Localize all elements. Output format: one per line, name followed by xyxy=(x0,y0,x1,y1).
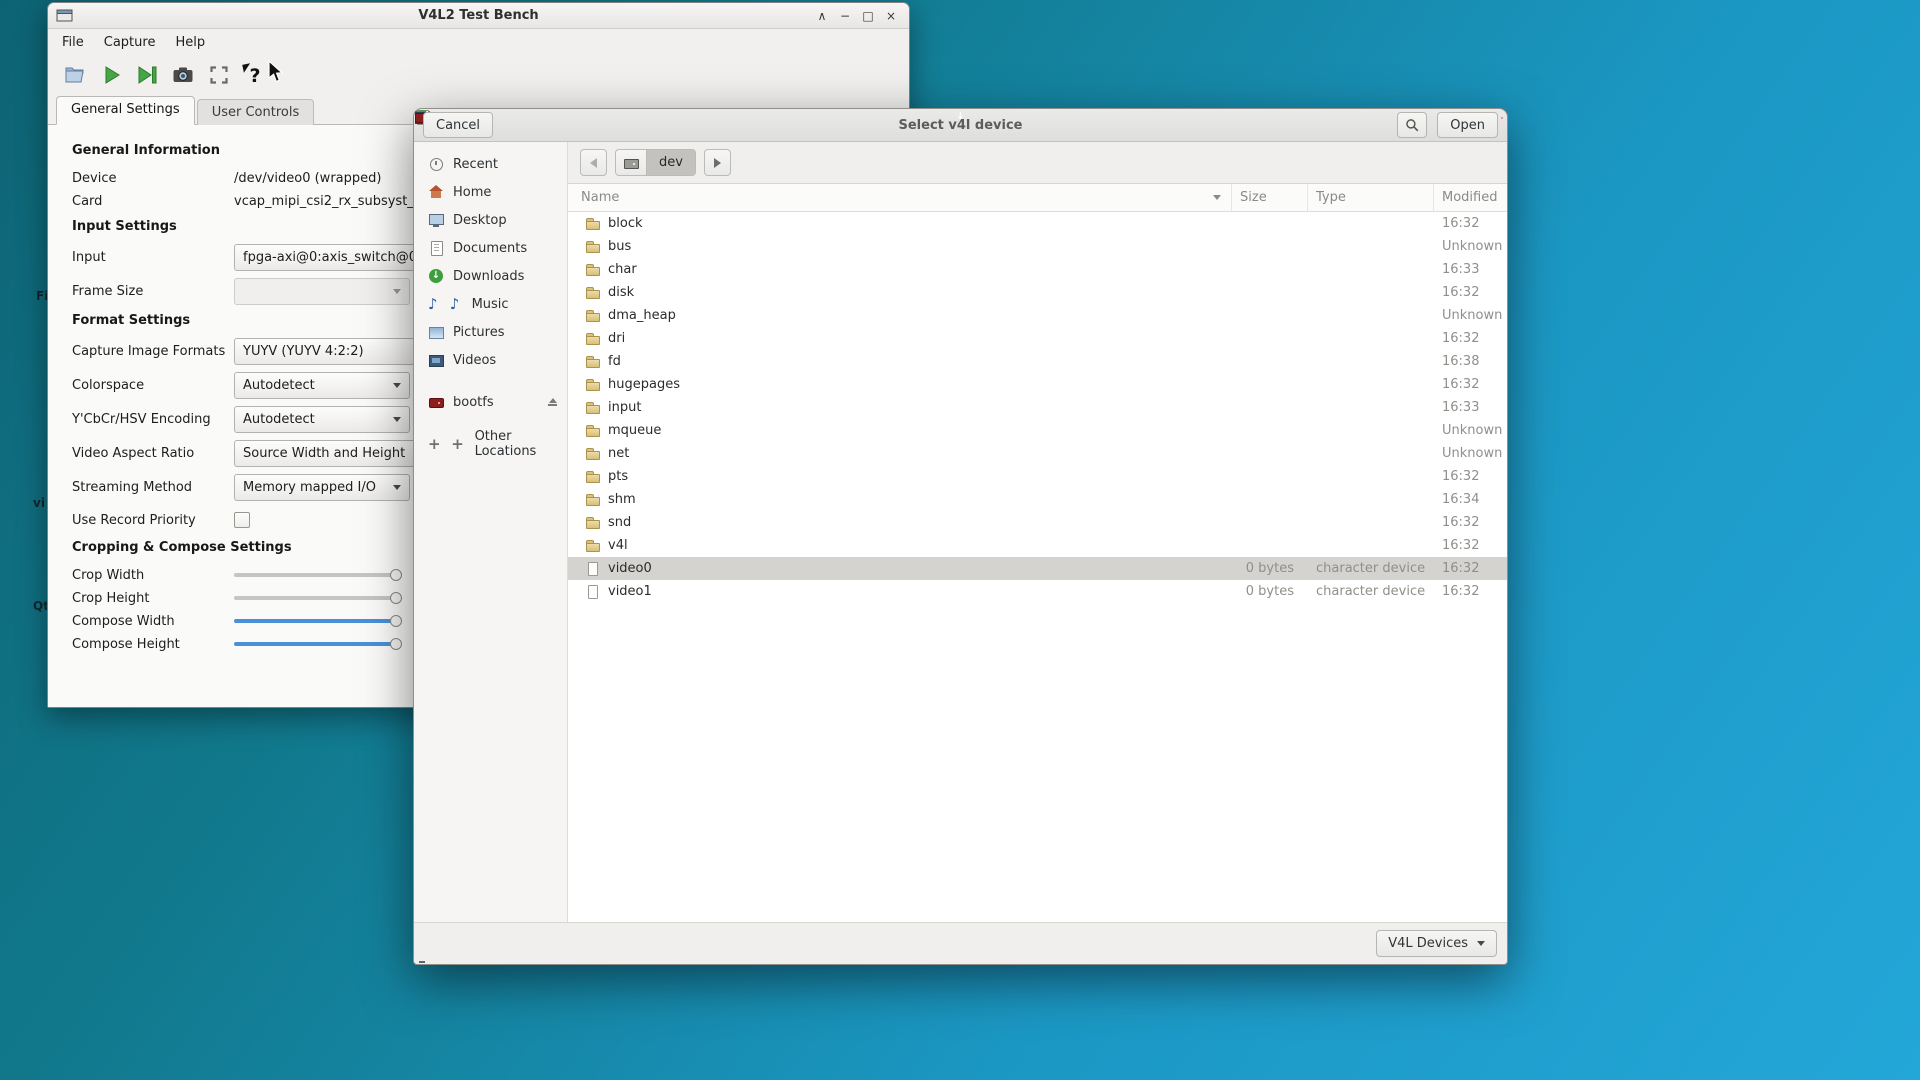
list-column-headers: Name Size Type Modified xyxy=(568,184,1507,212)
folder-icon xyxy=(585,308,601,324)
frame-size-label: Frame Size xyxy=(72,284,234,299)
folder-icon xyxy=(585,492,601,508)
menubar: File Capture Help xyxy=(48,29,909,56)
crop-width-label: Crop Width xyxy=(72,568,234,583)
folder-icon xyxy=(585,239,601,255)
music-icon xyxy=(447,296,463,312)
menu-file[interactable]: File xyxy=(52,31,94,54)
desktop-text-fragment: vi xyxy=(33,496,45,510)
pictures-icon xyxy=(428,324,444,340)
fullscreen-icon xyxy=(207,63,231,87)
file-icon xyxy=(585,561,601,577)
crop-height-label: Crop Height xyxy=(72,591,234,606)
streaming-method-label: Streaming Method xyxy=(72,480,234,495)
file-icon xyxy=(585,584,601,600)
folder-icon xyxy=(585,285,601,301)
column-header-type[interactable]: Type xyxy=(1308,184,1434,211)
compose-width-label: Compose Width xyxy=(72,614,234,629)
folder-icon xyxy=(585,331,601,347)
whats-this-button[interactable]: ? xyxy=(240,60,270,90)
menu-help[interactable]: Help xyxy=(165,31,215,54)
play-step-icon xyxy=(135,63,159,87)
ycbcr-label: Y'CbCr/HSV Encoding xyxy=(72,412,234,427)
slider-thumb[interactable] xyxy=(390,615,402,627)
folder-icon xyxy=(585,262,601,278)
folder-icon xyxy=(585,538,601,554)
maximize-button[interactable]: □ xyxy=(858,7,878,25)
slider-thumb[interactable] xyxy=(390,569,402,581)
snapshot-button[interactable] xyxy=(168,60,198,90)
slider-thumb[interactable] xyxy=(390,592,402,604)
downloads-icon xyxy=(428,268,444,284)
shade-button[interactable]: ∧ xyxy=(812,7,832,25)
mouse-cursor xyxy=(268,60,284,84)
open-device-button[interactable] xyxy=(60,60,90,90)
menu-capture[interactable]: Capture xyxy=(94,31,166,54)
folder-icon xyxy=(585,423,601,439)
tab-user-controls[interactable]: User Controls xyxy=(197,99,315,125)
close-button[interactable]: × xyxy=(881,7,901,25)
compose-height-slider[interactable] xyxy=(234,636,402,652)
crop-height-slider[interactable] xyxy=(234,590,402,606)
desktop: Fi vi Qt V4L2 Test Bench ∧ − □ × File xyxy=(0,0,1920,1080)
colorspace-label: Colorspace xyxy=(72,378,234,393)
input-label: Input xyxy=(72,250,234,265)
open-button[interactable]: Open xyxy=(1437,112,1498,138)
device-value: /dev/video0 (wrapped) xyxy=(234,171,381,186)
folder-icon xyxy=(585,216,601,232)
capture-format-label: Capture Image Formats xyxy=(72,344,234,359)
open-folder-icon xyxy=(63,63,87,87)
chevron-down-icon xyxy=(393,485,401,490)
other-icon xyxy=(450,436,466,452)
tab-general-settings[interactable]: General Settings xyxy=(56,96,195,125)
cancel-button[interactable]: Cancel xyxy=(423,112,493,138)
slider-thumb[interactable] xyxy=(390,638,402,650)
record-priority-label: Use Record Priority xyxy=(72,513,234,528)
colorspace-select[interactable]: Autodetect xyxy=(234,372,410,399)
device-label: Device xyxy=(72,171,234,186)
column-header-name[interactable]: Name xyxy=(568,184,1232,211)
places-sidebar: Recent Home Desktop xyxy=(414,142,568,922)
play-icon xyxy=(99,63,123,87)
compose-width-slider[interactable] xyxy=(234,613,402,629)
aspect-ratio-label: Video Aspect Ratio xyxy=(72,446,234,461)
frame-size-select xyxy=(234,278,410,305)
chevron-down-icon xyxy=(393,383,401,388)
folder-icon xyxy=(585,515,601,531)
folder-icon xyxy=(585,446,601,462)
crop-width-slider[interactable] xyxy=(234,567,402,583)
folder-icon xyxy=(585,469,601,485)
step-capture-button[interactable] xyxy=(132,60,162,90)
minimize-button[interactable]: − xyxy=(835,7,855,25)
chevron-down-icon xyxy=(393,289,401,294)
question-mark-icon: ? xyxy=(249,65,260,87)
search-icon xyxy=(1404,117,1420,133)
camera-icon xyxy=(171,63,195,87)
chevron-down-icon xyxy=(393,417,401,422)
card-value: vcap_mipi_csi2_rx_subsyst_ xyxy=(234,194,414,209)
compose-height-label: Compose Height xyxy=(72,637,234,652)
drive-icon xyxy=(428,394,444,410)
search-button[interactable] xyxy=(1397,112,1427,138)
record-priority-checkbox[interactable] xyxy=(234,512,250,528)
folder-icon xyxy=(585,400,601,416)
computer-icon xyxy=(623,155,639,171)
column-header-size[interactable]: Size xyxy=(1232,184,1308,211)
toolbar: ? xyxy=(48,56,909,94)
sidebar-item-downloads[interactable]: Downloads xyxy=(414,262,567,290)
sort-descending-icon xyxy=(1213,195,1221,200)
app-window-title: V4L2 Test Bench xyxy=(48,8,909,23)
resize-frame-button[interactable] xyxy=(204,60,234,90)
videos-icon xyxy=(428,352,444,368)
card-label: Card xyxy=(72,194,234,209)
streaming-method-select[interactable]: Memory mapped I/O xyxy=(234,474,410,501)
app-titlebar[interactable]: V4L2 Test Bench ∧ − □ × xyxy=(48,3,909,29)
ycbcr-select[interactable]: Autodetect xyxy=(234,406,410,433)
folder-icon xyxy=(585,354,601,370)
select-v4l-device-dialog: Cancel Select v4l device Open Recent xyxy=(413,108,1508,965)
column-header-modified[interactable]: Modified xyxy=(1434,184,1507,211)
start-capture-button[interactable] xyxy=(96,60,126,90)
folder-icon xyxy=(585,377,601,393)
